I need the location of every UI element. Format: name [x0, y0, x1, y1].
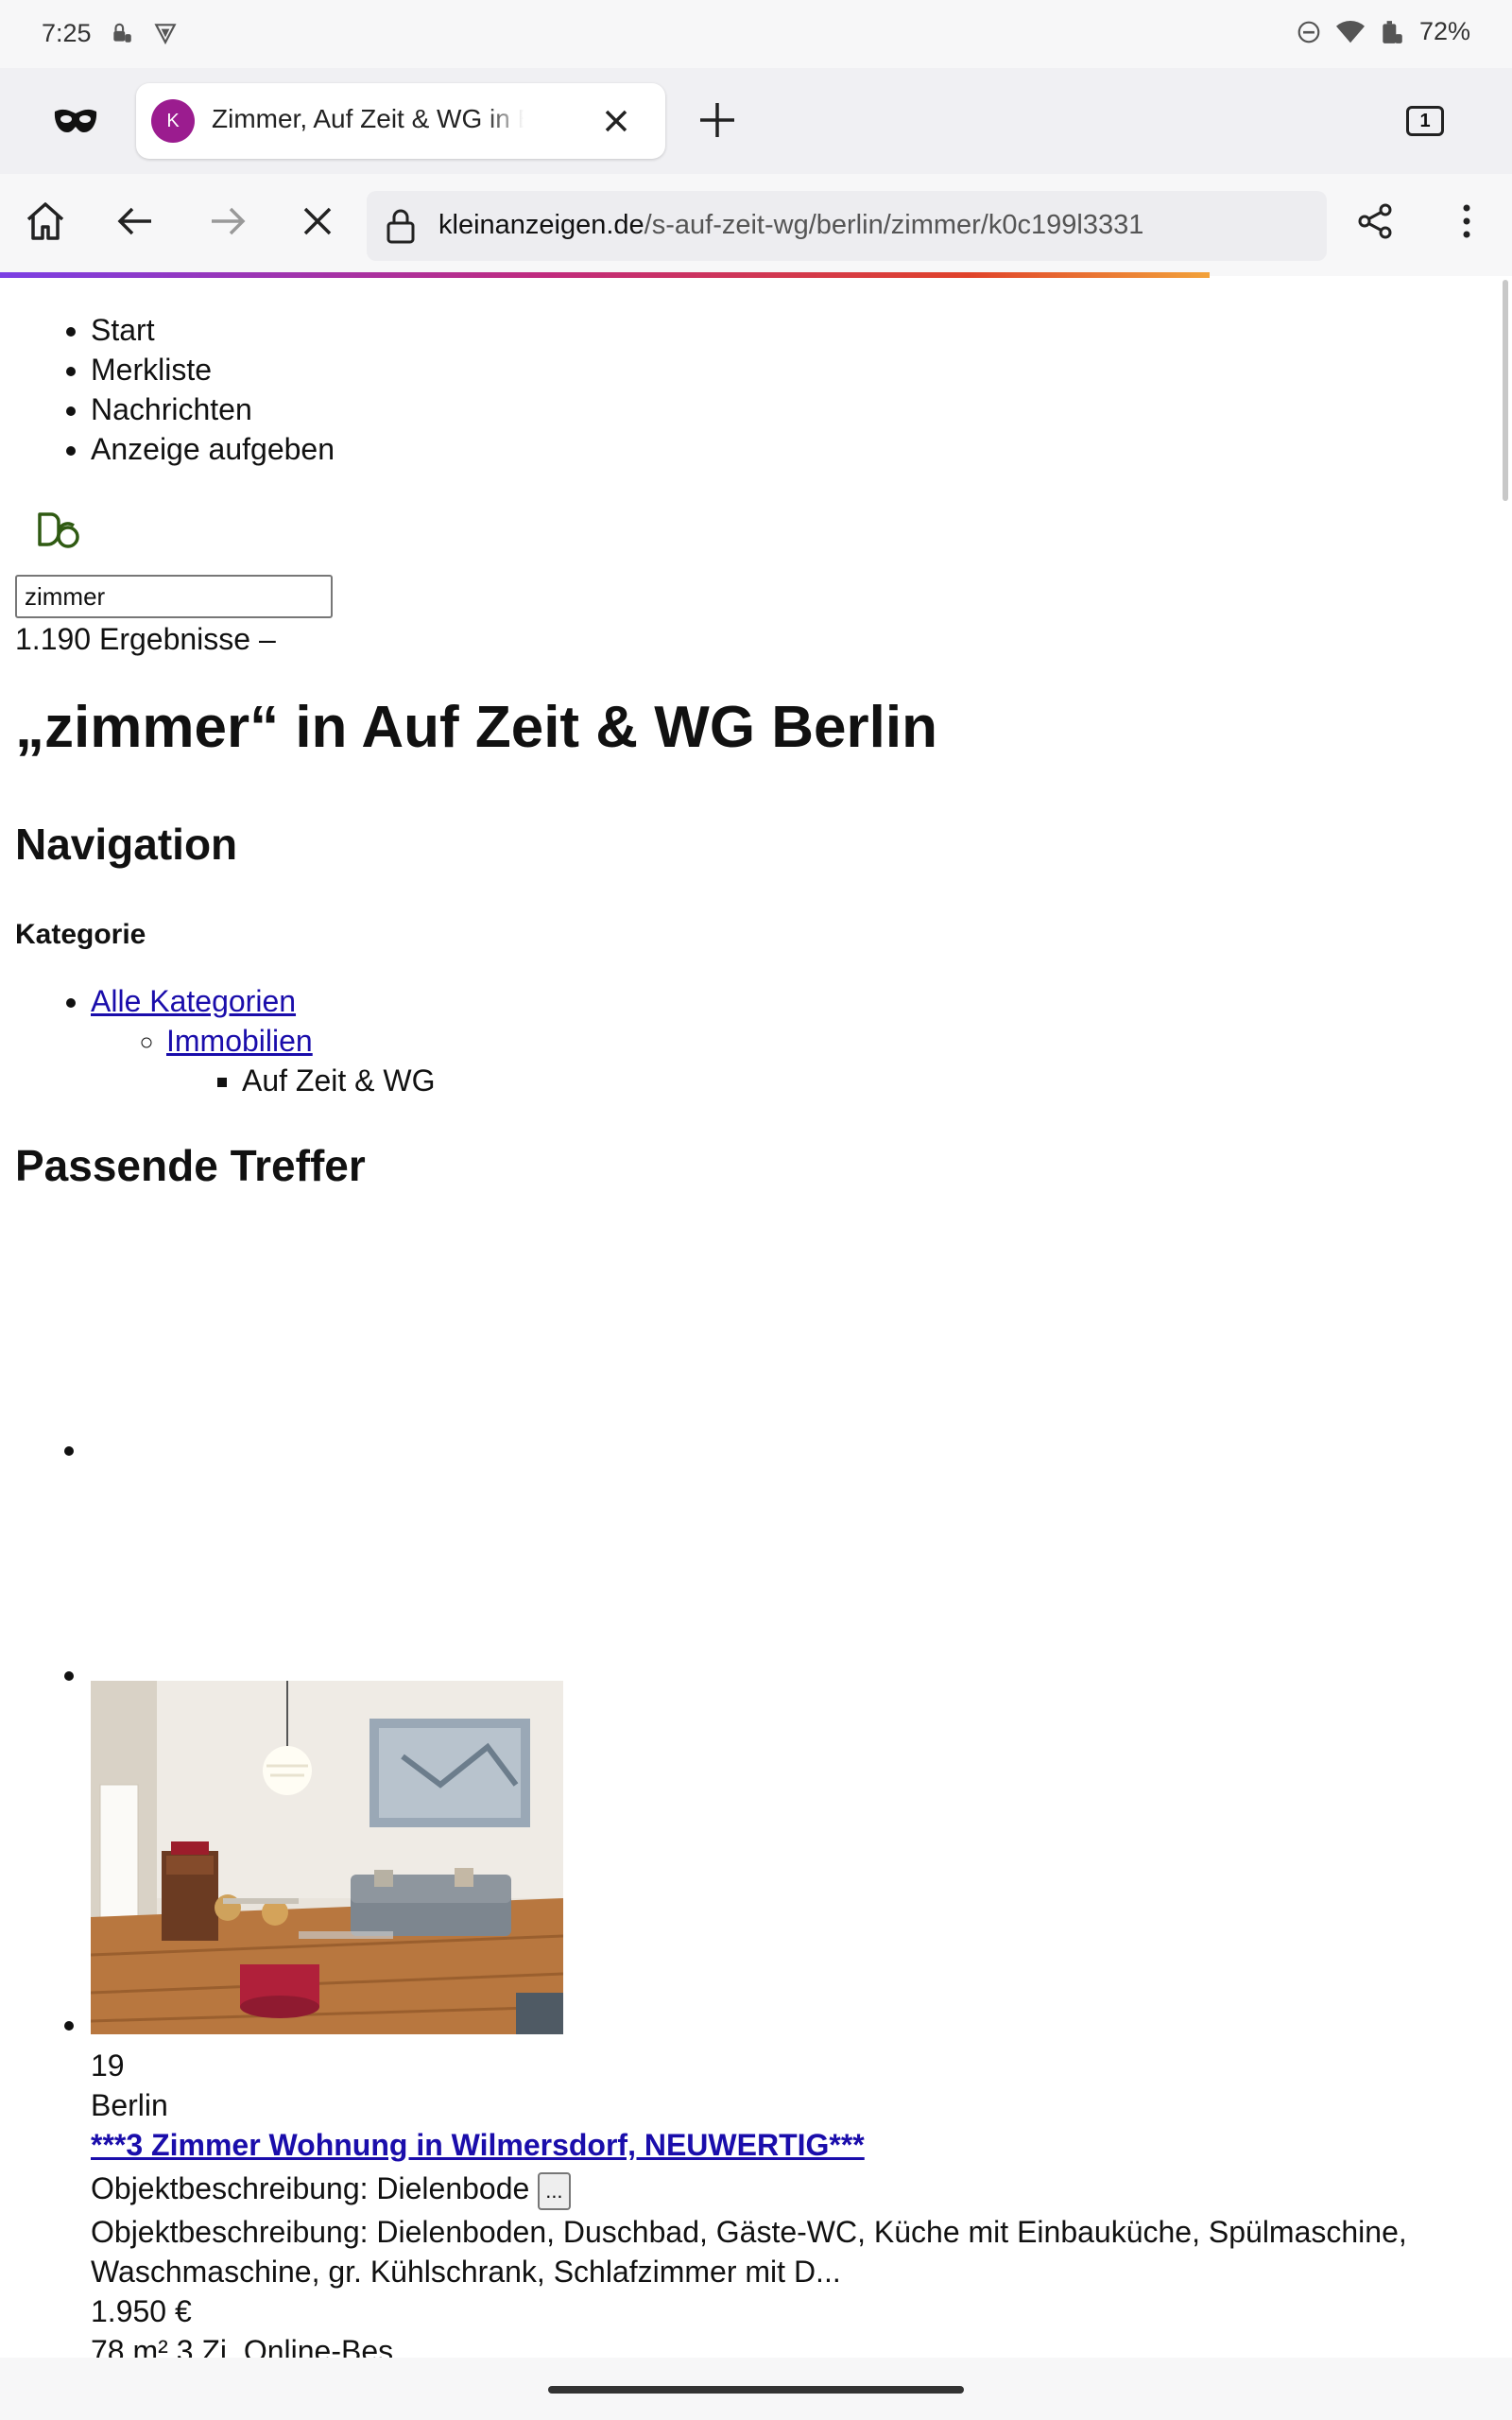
tab-title: Zimmer, Auf Zeit & WG in Berlin	[212, 104, 524, 134]
tab-counter[interactable]: 1	[1406, 106, 1444, 136]
url-host: kleinanzeigen.de	[438, 210, 644, 240]
listing-description: Objektbeschreibung: Dielenboden, Duschba…	[91, 2214, 1407, 2289]
category-link-all[interactable]: Alle Kategorien	[91, 984, 296, 1018]
expand-description-button[interactable]: ...	[538, 2171, 571, 2210]
url-bar[interactable]: kleinanzeigen.de/s-auf-zeit-wg/berlin/zi…	[367, 191, 1327, 261]
listing-image-count: 19	[91, 2048, 125, 2083]
nav-item-start[interactable]: Start	[91, 310, 335, 350]
stop-loading-icon[interactable]	[293, 197, 342, 246]
status-bar: 7:25 72%	[0, 0, 1512, 68]
listing-short-description: Objektbeschreibung: Dielenbode	[91, 2171, 530, 2205]
category-link-immobilien[interactable]: Immobilien	[166, 1024, 313, 1058]
shield-icon	[154, 24, 177, 45]
forward-arrow-icon[interactable]	[202, 197, 251, 246]
home-icon[interactable]	[21, 197, 70, 246]
lock-hand-icon	[113, 23, 131, 43]
list-bullet	[64, 1671, 74, 1681]
lock-icon[interactable]	[382, 206, 420, 246]
back-arrow-icon[interactable]	[112, 197, 161, 246]
kleinanzeigen-logo-icon[interactable]	[34, 509, 85, 550]
nav-item-nachrichten[interactable]: Nachrichten	[91, 389, 335, 429]
active-tab[interactable]: K Zimmer, Auf Zeit & WG in Berlin	[136, 83, 665, 159]
category-heading: Kategorie	[15, 919, 146, 950]
page-load-progress	[0, 272, 1210, 278]
listing-location: Berlin	[91, 2088, 168, 2122]
listing-title-link[interactable]: ***3 Zimmer Wohnung in Wilmersdorf, NEUW…	[91, 2128, 865, 2162]
wifi-icon	[1335, 20, 1365, 43]
list-bullet	[64, 1446, 74, 1456]
navigation-heading: Navigation	[15, 820, 238, 869]
url-text[interactable]: kleinanzeigen.de/s-auf-zeit-wg/berlin/zi…	[438, 210, 1143, 241]
do-not-disturb-icon	[1297, 21, 1320, 43]
results-count: 1.190 Ergebnisse –	[15, 622, 276, 656]
status-time: 7:25	[42, 19, 92, 47]
page-title: „zimmer“ in Auf Zeit & WG Berlin	[15, 695, 937, 760]
url-path: /s-auf-zeit-wg/berlin/zimmer/k0c199l3331	[644, 210, 1144, 240]
share-icon[interactable]	[1351, 197, 1400, 246]
listing-photo[interactable]	[91, 1681, 563, 2034]
listing-item[interactable]: 19 Berlin ***3 Zimmer Wohnung in Wilmers…	[91, 2046, 1470, 2371]
nav-item-anzeige-aufgeben[interactable]: Anzeige aufgeben	[91, 429, 335, 469]
search-input[interactable]	[15, 575, 333, 618]
home-gesture-handle[interactable]	[548, 2386, 964, 2394]
private-mask-icon[interactable]	[53, 106, 98, 138]
category-item: Immobilien Auf Zeit & WG	[166, 1021, 435, 1100]
top-navigation: Start Merkliste Nachrichten Anzeige aufg…	[91, 310, 335, 469]
close-tab-icon[interactable]	[597, 102, 635, 140]
category-tree: Alle Kategorien Immobilien Auf Zeit & WG	[91, 981, 435, 1100]
new-tab-plus-icon[interactable]	[696, 98, 739, 142]
browser-toolbar: kleinanzeigen.de/s-auf-zeit-wg/berlin/zi…	[0, 174, 1512, 276]
more-menu-icon[interactable]	[1442, 197, 1491, 246]
category-item: Alle Kategorien Immobilien Auf Zeit & WG	[91, 981, 435, 1100]
system-navigation-bar	[0, 2358, 1512, 2420]
site-favicon: K	[151, 99, 195, 143]
nav-item-merkliste[interactable]: Merkliste	[91, 350, 335, 389]
listing-price: 1.950 €	[91, 2293, 192, 2328]
category-current: Auf Zeit & WG	[242, 1061, 435, 1100]
matches-heading: Passende Treffer	[15, 1141, 366, 1190]
battery-level: 72%	[1418, 17, 1470, 45]
page-scrollbar[interactable]	[1503, 280, 1508, 501]
list-bullet	[64, 2021, 74, 2031]
battery-icon	[1383, 20, 1402, 43]
